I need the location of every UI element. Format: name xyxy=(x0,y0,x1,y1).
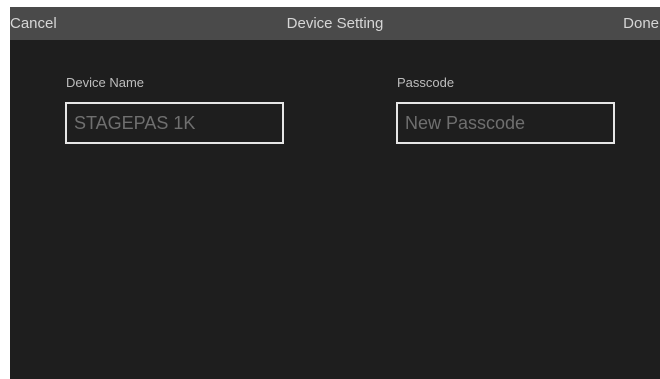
page-title: Device Setting xyxy=(286,15,384,32)
navigation-bar: Device Setting Cancel Done xyxy=(10,7,660,40)
device-name-field[interactable] xyxy=(65,102,284,144)
passcode-label: Passcode xyxy=(397,75,455,90)
done-button[interactable]: Done xyxy=(623,7,659,40)
device-name-label: Device Name xyxy=(66,75,145,90)
passcode-field[interactable] xyxy=(396,102,615,144)
cancel-button[interactable]: Cancel xyxy=(10,7,57,40)
device-setting-screen: Device Setting Cancel Done Device Name P… xyxy=(10,7,660,379)
